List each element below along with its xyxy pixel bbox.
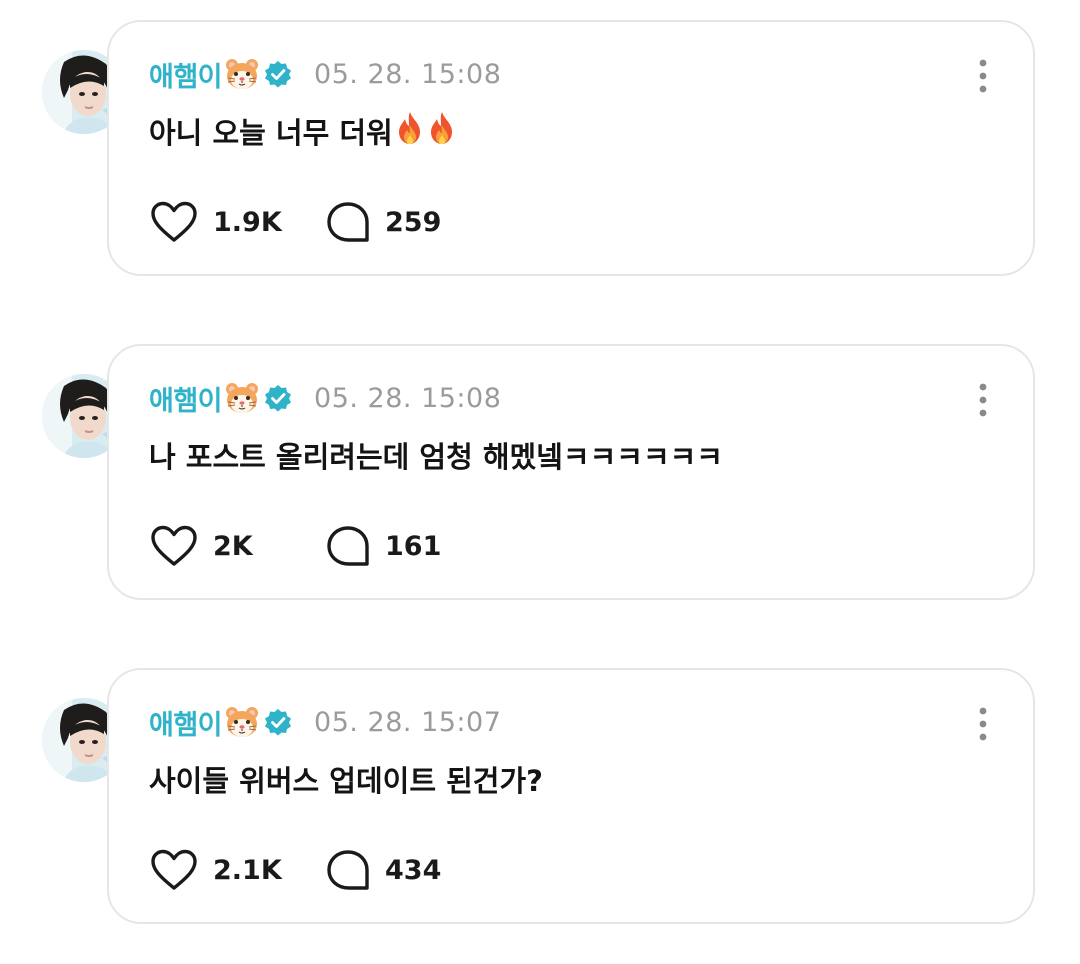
post-text: 아니 오늘 너무 더워	[149, 110, 457, 152]
post-card[interactable]: 애햄이	[107, 344, 1035, 600]
verified-badge-icon	[264, 60, 292, 88]
comment-count: 161	[385, 530, 442, 562]
post-date: 05. 28. 15:08	[314, 58, 502, 90]
post-date: 05. 28. 15:07	[314, 706, 502, 738]
comment-button[interactable]: 434	[325, 848, 441, 892]
heart-outline-icon	[151, 849, 197, 890]
post-header: 애햄이	[149, 703, 502, 742]
heart-outline-icon	[151, 525, 197, 566]
post-text-content: 사이들 위버스 업데이트 된건가?	[149, 764, 543, 798]
more-vertical-icon[interactable]	[973, 58, 993, 94]
like-button[interactable]: 1.9K	[149, 200, 325, 244]
hamster-face-icon	[224, 380, 260, 416]
more-vertical-icon[interactable]	[973, 382, 993, 418]
hamster-face-icon	[224, 56, 260, 92]
comment-bubble-icon	[327, 850, 369, 890]
post-item: 애햄이	[0, 344, 1080, 604]
post-actions: 2.1K 434	[149, 848, 441, 892]
post-header: 애햄이	[149, 55, 502, 94]
like-button[interactable]: 2K	[149, 524, 325, 568]
heart-outline-icon	[151, 201, 197, 242]
comment-bubble-icon	[327, 202, 369, 242]
post-actions: 1.9K 259	[149, 200, 441, 244]
comment-button[interactable]: 259	[325, 200, 441, 244]
post-card[interactable]: 애햄이	[107, 668, 1035, 924]
post-item: 애햄이	[0, 20, 1080, 280]
like-button[interactable]: 2.1K	[149, 848, 325, 892]
like-count: 2.1K	[213, 854, 282, 886]
hamster-face-icon	[224, 704, 260, 740]
verified-badge-icon	[264, 384, 292, 412]
like-count: 2K	[213, 530, 253, 562]
comment-bubble-icon	[327, 526, 369, 566]
author-name[interactable]: 애햄이	[149, 55, 223, 94]
post-card[interactable]: 애햄이	[107, 20, 1035, 276]
comment-count: 259	[385, 206, 442, 238]
post-text: 사이들 위버스 업데이트 된건가?	[149, 758, 543, 800]
post-header: 애햄이	[149, 379, 502, 418]
comment-count: 434	[385, 854, 442, 886]
more-vertical-icon[interactable]	[973, 706, 993, 742]
author-name[interactable]: 애햄이	[149, 703, 223, 742]
author-name[interactable]: 애햄이	[149, 379, 223, 418]
post-item: 애햄이	[0, 668, 1080, 928]
post-text-content: 아니 오늘 너무 더워	[149, 116, 393, 150]
comment-button[interactable]: 161	[325, 524, 441, 568]
post-actions: 2K 161	[149, 524, 441, 568]
fire-icon	[395, 111, 425, 145]
like-count: 1.9K	[213, 206, 282, 238]
post-date: 05. 28. 15:08	[314, 382, 502, 414]
fire-emojis	[393, 111, 457, 152]
fire-icon	[427, 111, 457, 145]
verified-badge-icon	[264, 708, 292, 736]
post-text: 나 포스트 올리려는데 엄청 해멨넼ㅋㅋㅋㅋㅋㅋ	[149, 434, 723, 476]
post-text-content: 나 포스트 올리려는데 엄청 해멨넼ㅋㅋㅋㅋㅋㅋ	[149, 440, 723, 474]
